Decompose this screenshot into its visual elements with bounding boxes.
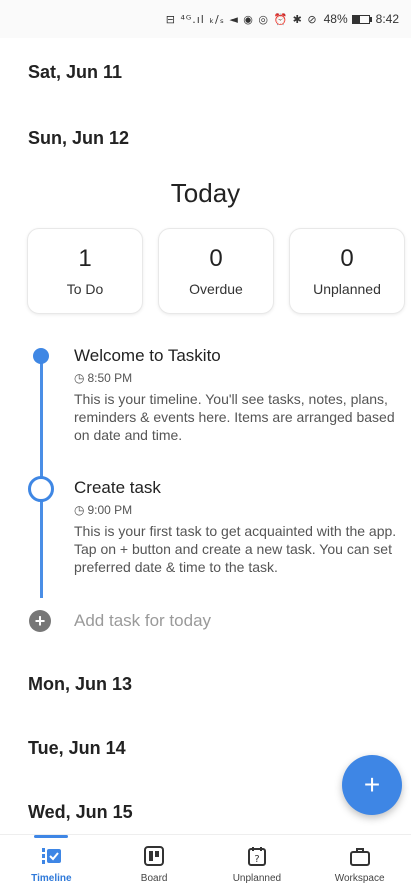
entry-description: This is your first task to get acquainte… [74,523,397,575]
timeline-entry-welcome[interactable]: Welcome to Taskito ◷ 8:50 PM This is your… [74,346,404,444]
date-header-mon[interactable]: Mon, Jun 13 [28,674,132,695]
stat-card-overdue[interactable]: 0 Overdue [158,228,274,314]
status-icons: ⊟ ⁴ᴳ.ıl ₖ/ₛ ◄ ◉ ◎ ⏰ ✱ ⊘ [165,12,318,26]
add-task-icon[interactable]: + [29,610,51,632]
nav-unplanned[interactable]: ? Unplanned [206,835,309,890]
nav-label: Unplanned [232,873,282,884]
status-time: 8:42 [375,12,399,26]
battery-percent: 48% [323,12,348,26]
briefcase-icon [349,848,370,866]
entry-title: Welcome to Taskito [74,346,221,365]
add-task-today-button[interactable]: Add task for today [74,611,211,631]
date-header-tue[interactable]: Tue, Jun 14 [28,738,126,759]
stat-count: 1 [78,245,92,272]
nav-workspace[interactable]: Workspace [308,835,411,890]
today-title: Today [170,178,241,208]
stat-count: 0 [209,245,223,272]
add-button[interactable]: + [342,755,402,815]
bottom-nav: Timeline Board ? Unplanned Workspace [0,834,411,890]
stat-label: Overdue [189,281,243,297]
timeline-entry-create-task[interactable]: Create task ◷ 9:00 PM This is your first … [74,478,404,576]
stat-count: 0 [340,245,354,272]
timeline-check-icon [42,848,62,864]
task-checkbox[interactable] [28,476,54,502]
svg-text:?: ? [254,854,259,865]
stat-label: To Do [66,281,104,297]
clock-icon: ◷ [74,371,85,385]
battery-icon [351,14,372,24]
board-icon [144,846,165,866]
nav-timeline[interactable]: Timeline [0,835,103,890]
entry-time: ◷ 8:50 PM [74,371,404,385]
entry-description: This is your timeline. You'll see tasks,… [74,391,395,443]
entry-time-value: 9:00 PM [87,503,133,517]
date-header-wed[interactable]: Wed, Jun 15 [28,802,133,823]
nav-label: Timeline [31,873,72,884]
entry-title: Create task [74,478,161,497]
entry-time: ◷ 9:00 PM [74,503,404,517]
entry-time-value: 8:50 PM [87,371,133,385]
stat-label: Unplanned [313,281,381,297]
nav-label: Board [140,873,168,884]
active-tab-indicator [34,835,69,838]
nav-board[interactable]: Board [103,835,206,890]
date-header-sun[interactable]: Sun, Jun 12 [28,128,129,149]
stat-card-unplanned[interactable]: 0 Unplanned [289,228,405,314]
stat-card-todo[interactable]: 1 To Do [27,228,143,314]
unplanned-calendar-icon: ? [247,847,266,866]
timeline-dot [33,348,49,364]
date-header-sat[interactable]: Sat, Jun 11 [28,62,122,83]
clock-icon: ◷ [74,503,85,517]
nav-label: Workspace [334,873,385,884]
status-bar: ⊟ ⁴ᴳ.ıl ₖ/ₛ ◄ ◉ ◎ ⏰ ✱ ⊘ 48% 8:42 [0,0,411,38]
